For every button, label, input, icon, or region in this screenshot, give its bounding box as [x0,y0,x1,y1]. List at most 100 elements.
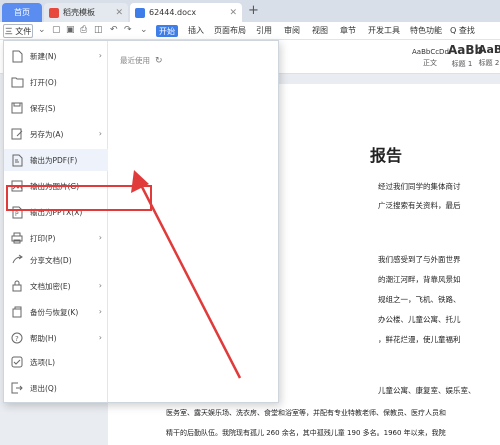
chevron-right-icon: › [98,129,102,138]
svg-text:?: ? [15,335,19,343]
close-icon[interactable]: ✕ [111,8,123,18]
svg-text:P: P [15,211,19,218]
menu-item-exit[interactable]: 退出(Q) [4,377,108,399]
chevron-right-icon: › [98,51,102,60]
menu-item-label: 帮助(H) [30,333,57,343]
style-name: 标题 2 [478,59,500,67]
file-menu-button[interactable]: 三 文件 [3,24,33,38]
menu-references[interactable]: 引用 [256,25,272,36]
docer-logo-icon [49,7,59,18]
print-icon [10,231,24,245]
highlight-box [6,185,152,211]
menu-item-label: 保存(S) [30,103,56,113]
close-icon[interactable]: ✕ [225,8,237,18]
doc-line: 的潮江河畔，背靠风景如 [378,275,461,284]
file-menu-dropdown: 新建(N) › 打开(O) 保存(S) 另存为(A) › 输出为PDF(F) 输… [3,40,279,403]
menu-item-label: 输出为PDF(F) [30,155,78,165]
preview-icon[interactable]: ◫ [94,25,103,35]
menu-item-label: 新建(N) [30,51,57,61]
menu-item-backup[interactable]: 备份与恢复(K) › [4,301,108,323]
file-menu-list: 新建(N) › 打开(O) 保存(S) 另存为(A) › 输出为PDF(F) 输… [4,41,108,402]
menu-item-save-as[interactable]: 另存为(A) › [4,123,108,145]
menu-item-encrypt[interactable]: 文档加密(E) › [4,275,108,297]
menu-special[interactable]: 特色功能 [410,25,442,36]
undo-icon[interactable]: ↶ [110,25,118,35]
style-name: 正文 [423,59,437,67]
style-preview: AaBb [448,43,484,57]
tab-document[interactable]: 62444.docx ✕ [130,3,242,22]
doc-line: 医务室、露天娱乐场、洗衣房、食堂和浴室等，并配有专业特教老师、保教员、医疗人员和 [166,409,446,417]
chevron-right-icon: › [98,233,102,242]
options-icon [10,355,24,369]
style-heading1[interactable]: AaBb 标题 1 [448,43,484,71]
menu-item-label: 打开(O) [30,77,57,87]
doc-line: 儿童公寓、康复室、娱乐室、 [378,386,476,395]
menu-item-label: 另存为(A) [30,129,64,139]
style-normal[interactable]: AaBbCcDd 正文 [412,43,449,71]
save-as-icon [10,127,24,141]
doc-line: 广泛搜索有关资料，最后 [378,201,461,210]
tab-template[interactable]: 稻壳模板 ✕ [44,3,128,22]
menu-item-export-pdf[interactable]: 输出为PDF(F) [4,149,108,171]
more-chevron-icon[interactable]: ⌄ [140,25,148,35]
menu-item-label: 退出(Q) [30,383,57,393]
tab-document-label: 62444.docx [149,8,197,17]
menu-start[interactable]: 开始 [156,25,178,37]
tab-home[interactable]: 首页 [2,3,42,22]
menu-item-options[interactable]: 选项(L) [4,351,108,373]
search-button[interactable]: Q 查找 [450,25,475,36]
backup-icon [10,305,24,319]
tab-bar: 首页 稻壳模板 ✕ 62444.docx ✕ + [0,0,500,22]
open-icon[interactable]: ▢ [52,25,61,35]
menu-page-layout[interactable]: 页面布局 [214,25,246,36]
document-title: 报告 [370,146,403,165]
save-icon[interactable]: ▣ [66,25,75,35]
menu-item-label: 备份与恢复(K) [30,307,79,317]
chevron-right-icon: › [98,307,102,316]
menu-review[interactable]: 审阅 [284,25,300,36]
menu-item-open[interactable]: 打开(O) [4,71,108,93]
style-preview: AaBbCcDd [412,48,449,56]
menu-item-label: 分享文档(D) [30,255,72,265]
doc-line: ，鲜花烂漫，使儿童福利 [378,335,461,344]
file-menu-label: 三 文件 [4,26,32,36]
dropdown-chevron-icon[interactable]: ⌄ [38,25,46,35]
menu-item-share[interactable]: 分享文档(D) [4,249,108,271]
save-icon [10,101,24,115]
recent-label: 最近使用 [120,56,150,65]
menu-insert[interactable]: 插入 [188,25,204,36]
chevron-right-icon: › [98,333,102,342]
recent-files-header: 最近使用 ↻ [120,55,163,66]
style-preview: AaBb [478,43,500,56]
menu-item-save[interactable]: 保存(S) [4,97,108,119]
style-name: 标题 1 [451,60,473,68]
print-icon[interactable]: ⎙ [80,25,87,35]
menu-view[interactable]: 视图 [312,25,328,36]
exit-icon [10,381,24,395]
new-tab-icon[interactable]: + [248,4,259,18]
doc-line: 精干的后勤队伍。我院现有孤儿 260 余名，其中孤残儿童 190 多名。1960… [166,429,446,437]
tab-template-label: 稻壳模板 [63,8,95,17]
menu-item-help[interactable]: ? 帮助(H) › [4,327,108,349]
menu-item-new[interactable]: 新建(N) › [4,45,108,67]
menu-item-print[interactable]: 打印(P) › [4,227,108,249]
encrypt-icon [10,279,24,293]
doc-line: 经过我们同学的集体商讨 [378,182,461,191]
chevron-right-icon: › [98,281,102,290]
menu-item-label: 打印(P) [30,233,56,243]
refresh-icon[interactable]: ↻ [155,56,163,66]
doc-line: 规组之一，飞机、铁路、 [378,295,461,304]
menu-start-label: 开始 [159,26,175,36]
word-doc-icon [135,7,145,18]
open-folder-icon [10,75,24,89]
menu-bar: 三 文件 ⌄ ▢ ▣ ⎙ ◫ ↶ ↷ ⌄ 开始 插入 页面布局 引用 审阅 视图… [0,22,500,40]
menu-section[interactable]: 章节 [340,25,356,36]
help-icon: ? [10,331,24,345]
style-heading2[interactable]: AaBb 标题 2 [478,43,500,71]
new-doc-icon [10,49,24,63]
export-pdf-icon [10,153,24,167]
menu-item-label: 文档加密(E) [30,281,71,291]
share-icon [10,253,24,267]
menu-dev-tools[interactable]: 开发工具 [368,25,400,36]
redo-icon[interactable]: ↷ [124,25,132,35]
